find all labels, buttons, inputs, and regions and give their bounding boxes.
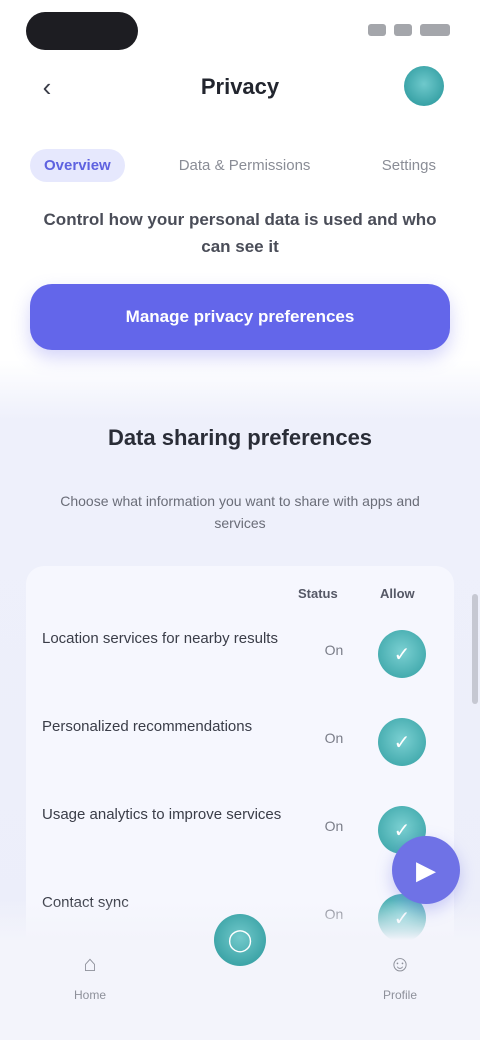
scrollbar[interactable] <box>472 594 478 704</box>
nav-profile[interactable]: ☺ Profile <box>360 944 440 1002</box>
wifi-icon <box>394 24 412 36</box>
shield-icon: ◯ <box>214 914 266 966</box>
nav-label: Profile <box>382 988 417 1002</box>
user-icon: ☺ <box>388 951 412 976</box>
row-status: On <box>324 642 344 658</box>
section-title: Data sharing preferences <box>107 425 373 450</box>
tab-overview[interactable]: Overview <box>30 148 125 182</box>
avatar[interactable] <box>404 66 444 106</box>
battery-icon <box>420 24 450 36</box>
nav-home[interactable]: ⌂ Home <box>50 944 130 1002</box>
row-status: On <box>324 818 344 834</box>
home-icon: ⌂ <box>83 951 97 976</box>
row-label: Location services for nearby results <box>42 630 278 647</box>
manage-privacy-button[interactable]: Manage privacy preferences <box>30 284 450 350</box>
tab-bar: Overview Data & Permissions Settings <box>30 146 450 184</box>
column-header-allow: Allow <box>380 586 415 601</box>
app-header: ‹ Privacy <box>0 56 480 120</box>
nav-label: Home <box>73 988 106 1002</box>
status-indicators <box>354 22 450 38</box>
signal-icon <box>368 24 386 36</box>
check-icon[interactable]: ✓ <box>378 718 426 766</box>
column-header-status: Status <box>298 586 338 601</box>
check-icon[interactable]: ✓ <box>378 630 426 678</box>
nav-privacy[interactable]: ◯ <box>200 914 280 970</box>
chat-icon: ▶ <box>416 854 436 885</box>
table-row[interactable]: Usage analytics to improve services On ✓ <box>26 788 454 876</box>
dynamic-island <box>26 12 138 50</box>
table-row[interactable]: Location services for nearby results On … <box>26 612 454 700</box>
status-bar <box>0 0 480 56</box>
row-label: Usage analytics to improve services <box>42 806 282 823</box>
chat-fab-button[interactable]: ▶ <box>392 836 460 904</box>
bottom-navigation: ⌂ Home ◯ ☺ Profile <box>0 900 480 1040</box>
intro-subtitle: Control how your personal data is used a… <box>43 210 437 256</box>
section-description: Choose what information you want to shar… <box>60 493 420 531</box>
table-row[interactable]: Personalized recommendations On ✓ <box>26 700 454 788</box>
row-label: Personalized recommendations <box>42 718 253 735</box>
row-status: On <box>324 730 344 746</box>
tab-data-permissions[interactable]: Data & Permissions <box>165 149 325 182</box>
tab-settings[interactable]: Settings <box>368 149 450 182</box>
